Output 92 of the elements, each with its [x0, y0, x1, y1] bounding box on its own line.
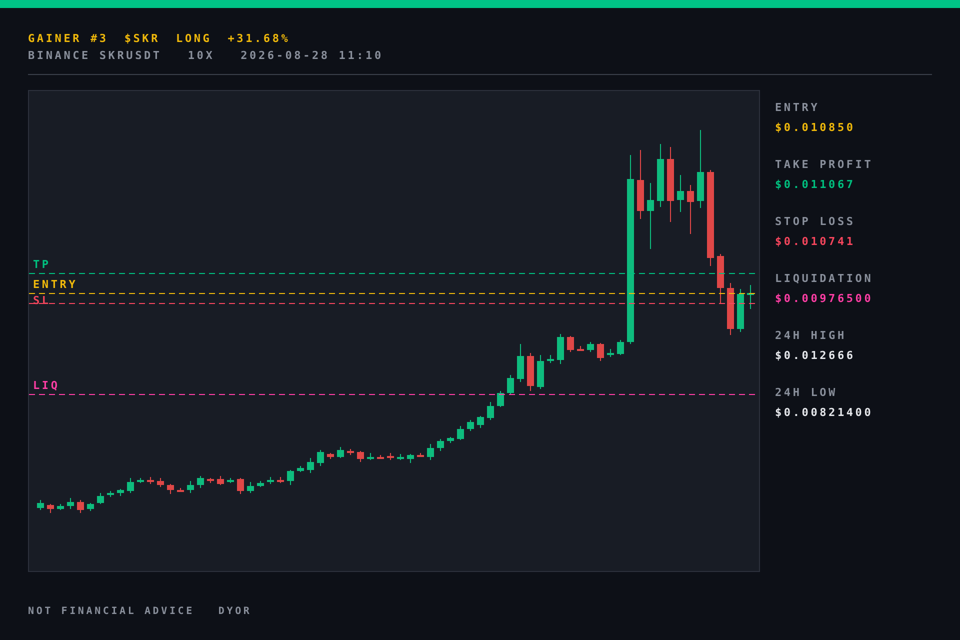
candlestick — [567, 336, 574, 352]
candlestick — [527, 352, 534, 392]
candlestick — [727, 282, 734, 336]
stat-value: $0.012666 — [775, 350, 856, 361]
subtitle-text: 2026-08-28 11:10 — [240, 48, 384, 64]
title-text: GAINER #3 — [28, 31, 108, 47]
candlestick — [607, 348, 614, 358]
candlestick — [327, 452, 334, 460]
candlestick — [277, 476, 284, 484]
level-label: TP — [33, 258, 51, 271]
candlestick — [67, 498, 74, 510]
candlestick — [87, 502, 94, 512]
candlestick — [717, 254, 724, 304]
candlestick — [377, 454, 384, 460]
candlestick — [587, 342, 594, 352]
stat-value: $0.011067 — [775, 179, 856, 190]
candlestick — [127, 478, 134, 494]
subtitle-text: BINANCE SKRUSDT — [28, 48, 162, 64]
candlestick — [47, 504, 54, 514]
candlestick — [357, 450, 364, 462]
candlestick — [657, 144, 664, 208]
candlestick — [547, 354, 554, 364]
candlestick — [387, 452, 394, 460]
candlestick — [57, 504, 64, 510]
candlestick — [337, 446, 344, 458]
disclaimer-text: NOT FINANCIAL ADVICE — [28, 606, 194, 618]
candlestick — [367, 452, 374, 460]
candlestick — [417, 452, 424, 458]
candlestick — [537, 354, 544, 390]
candlestick — [117, 488, 124, 496]
candlestick — [687, 184, 694, 234]
candlestick — [177, 488, 184, 492]
candlestick — [737, 288, 744, 332]
candlestick — [507, 374, 514, 396]
title-text: $SKR — [124, 31, 160, 47]
candlestick — [137, 478, 144, 484]
stat-value: $0.00821400 — [775, 407, 874, 418]
candlestick — [477, 416, 484, 428]
candlestick — [407, 454, 414, 464]
candlestick — [77, 500, 84, 514]
candlestick — [347, 448, 354, 456]
subtitle-text: 10X — [188, 48, 215, 64]
disclaimer-text: DYOR — [218, 606, 252, 618]
candlestick — [747, 284, 754, 310]
candlestick — [37, 500, 44, 510]
candlestick — [597, 342, 604, 362]
candlestick — [207, 478, 214, 484]
candlestick — [647, 182, 654, 250]
candlestick — [467, 420, 474, 432]
stat-value: $0.00976500 — [775, 293, 874, 304]
candlestick — [237, 478, 244, 494]
candlestick — [457, 426, 464, 440]
candlestick — [247, 482, 254, 494]
stat-label: LIQUIDATION — [775, 273, 874, 284]
candlestick — [317, 450, 324, 466]
stat-label: ENTRY — [775, 102, 821, 113]
candlestick — [227, 478, 234, 484]
stat-value: $0.010850 — [775, 122, 856, 133]
candlestick — [577, 346, 584, 352]
level-label: LIQ — [33, 379, 60, 392]
candlestick — [147, 476, 154, 484]
stat-value: $0.010741 — [775, 236, 856, 247]
candlestick — [637, 150, 644, 220]
title-text: LONG — [176, 31, 212, 47]
level-label: ENTRY — [33, 278, 78, 291]
candlestick — [427, 444, 434, 460]
stat-label: 24H LOW — [775, 387, 838, 398]
candlestick — [197, 476, 204, 488]
candlestick — [297, 466, 304, 472]
candlestick — [557, 334, 564, 364]
candlestick — [257, 480, 264, 488]
stat-label: 24H HIGH — [775, 330, 848, 341]
candlestick — [677, 174, 684, 212]
stat-label: TAKE PROFIT — [775, 159, 874, 170]
candlestick — [517, 344, 524, 382]
candlestick — [287, 470, 294, 486]
stat-label: STOP LOSS — [775, 216, 856, 227]
candlestick — [307, 458, 314, 474]
candlestick — [267, 476, 274, 484]
candlestick — [217, 476, 224, 486]
candlestick — [397, 454, 404, 460]
title-text: +31.68% — [228, 31, 290, 47]
candlestick — [187, 480, 194, 494]
candlestick — [437, 438, 444, 452]
candlestick — [617, 340, 624, 356]
candlestick — [497, 390, 504, 408]
candlestick — [447, 436, 454, 444]
candlestick — [157, 478, 164, 488]
candlestick — [167, 484, 174, 494]
candlestick — [97, 492, 104, 504]
candlestick — [487, 402, 494, 420]
candlestick — [107, 490, 114, 498]
